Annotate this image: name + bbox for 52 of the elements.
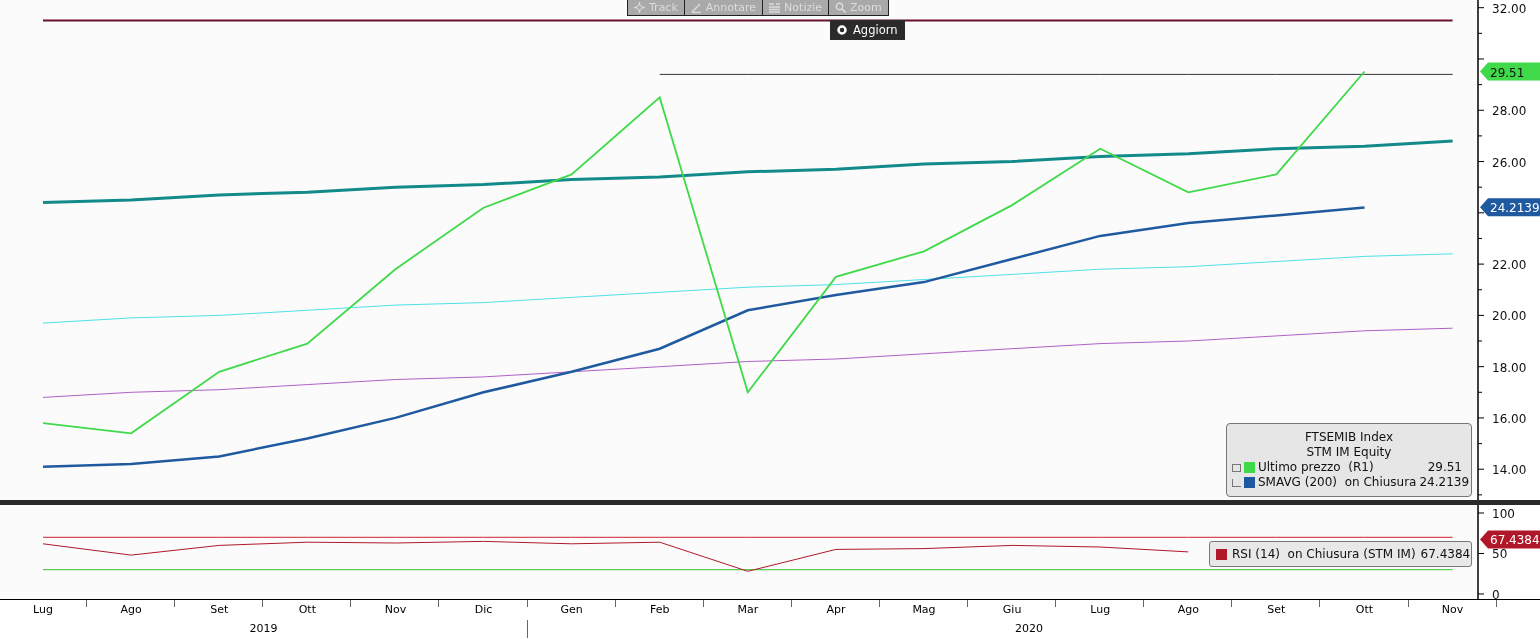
legend-title: FTSEMIB Index <box>1304 430 1394 444</box>
month-label: Gen <box>560 603 583 616</box>
pen-icon <box>690 2 702 13</box>
series-swatch <box>1244 462 1255 473</box>
month-label: Set <box>1267 603 1286 616</box>
axis-label: 32.00 <box>1492 1 1527 16</box>
axis-label: 16.00 <box>1492 411 1527 426</box>
rsi-badge: 67.4384 <box>1480 530 1540 549</box>
tree-connector <box>1232 478 1241 487</box>
axis-label: 28.00 <box>1492 104 1527 119</box>
month-label: Mar <box>737 603 759 616</box>
month-label: Giu <box>1002 603 1022 616</box>
axis-label: 22.00 <box>1492 258 1527 273</box>
price-badge: 24.2139 <box>1480 198 1540 217</box>
collapse-icon[interactable] <box>1232 463 1241 472</box>
month-label: Ott <box>298 603 316 616</box>
month-label: Dic <box>474 603 493 616</box>
list-icon <box>769 2 781 13</box>
series-name: SMAVG (200) on Chiusura <box>1258 475 1417 490</box>
month-label: Nov <box>384 603 407 616</box>
month-label: Nov <box>1441 603 1464 616</box>
month-label: Apr <box>826 603 846 616</box>
series-value: 29.51 <box>1427 460 1463 475</box>
refresh-button[interactable]: Aggiorn <box>830 20 905 40</box>
series-swatch <box>1244 477 1255 488</box>
search-icon <box>835 2 847 13</box>
axis-label: 20.00 <box>1492 309 1527 324</box>
month-label: Ago <box>1177 603 1199 616</box>
axis-label: 0 <box>1492 588 1500 602</box>
legend-title: STM IM Equity <box>1306 445 1392 459</box>
radio-icon <box>837 25 847 35</box>
year-label: 2020 <box>1015 622 1043 635</box>
axis-label: 14.00 <box>1492 463 1527 478</box>
series-swatch <box>1216 548 1227 560</box>
price-badge: 29.51 <box>1480 62 1540 81</box>
month-label: Ago <box>120 603 142 616</box>
series-value: 24.2139 <box>1419 475 1471 490</box>
month-label: Set <box>210 603 229 616</box>
axis-label: 50 <box>1492 547 1508 562</box>
axis-label: 100 <box>1492 507 1515 521</box>
month-label: Feb <box>649 603 670 616</box>
series-name: RSI (14) on Chiusura (STM IM) <box>1232 547 1416 561</box>
axis-label: 26.00 <box>1492 155 1527 170</box>
series-value: 67.4384 <box>1420 547 1471 561</box>
crosshair-icon <box>634 2 645 13</box>
series-name: Ultimo prezzo (R1) <box>1258 460 1374 475</box>
month-label: Lug <box>1090 603 1111 616</box>
month-label: Mag <box>912 603 936 616</box>
year-label: 2019 <box>249 622 278 635</box>
axis-label: 18.00 <box>1492 360 1527 375</box>
month-label: Ott <box>1355 603 1374 616</box>
month-label: Lug <box>33 603 53 616</box>
